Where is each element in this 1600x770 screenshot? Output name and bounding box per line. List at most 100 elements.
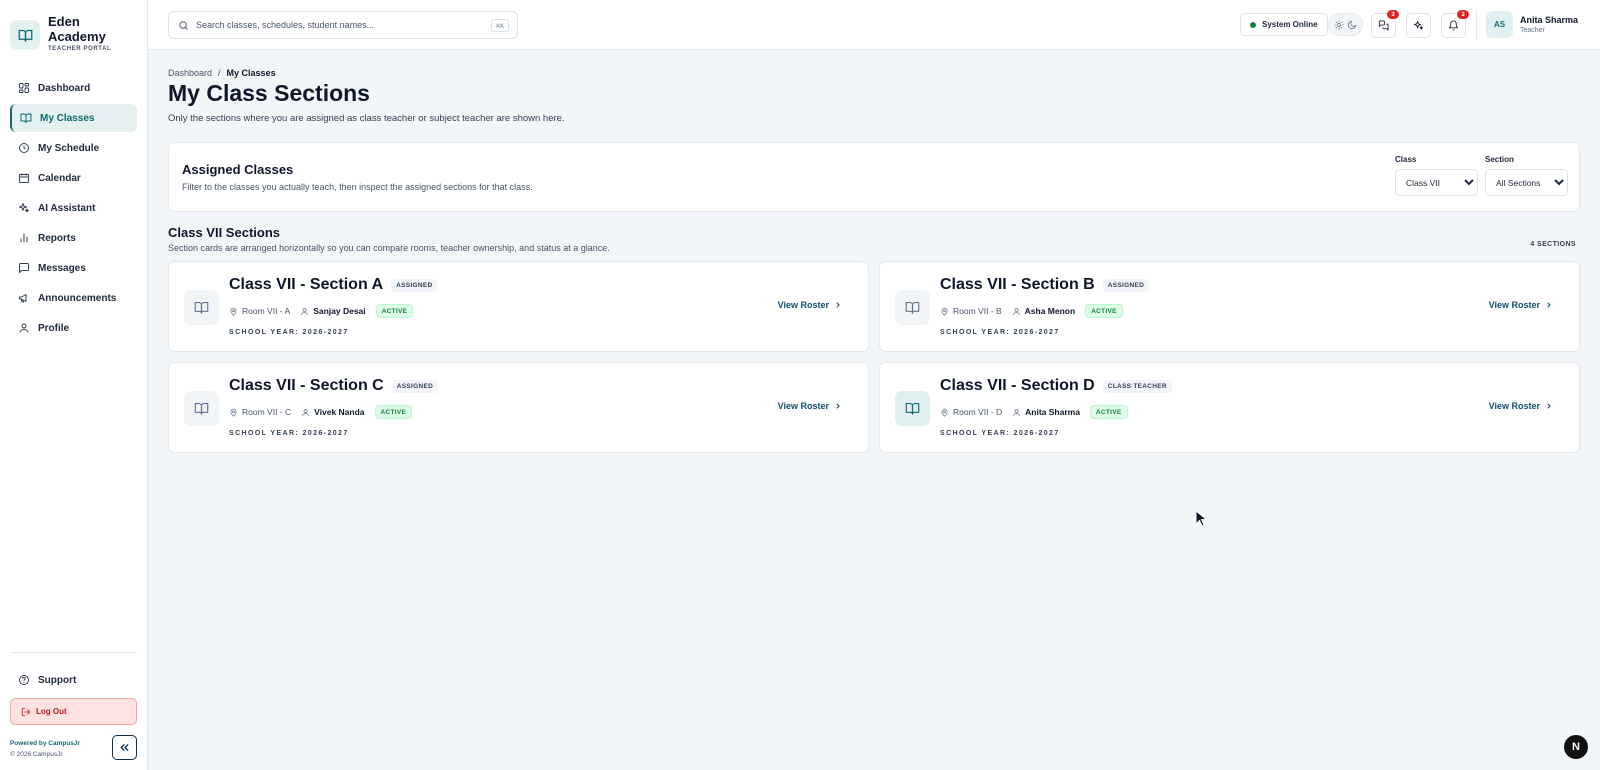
notifications-count-badge: 3	[1457, 10, 1469, 19]
status-label: System Online	[1262, 20, 1318, 29]
bell-icon	[1448, 20, 1459, 31]
bar-chart-icon	[18, 232, 30, 244]
sidebar-item-label: My Schedule	[38, 142, 100, 154]
section-title: Class VII - Section C	[229, 377, 384, 394]
chevron-right-icon	[1545, 402, 1553, 410]
view-roster-label: View Roster	[1488, 300, 1540, 310]
book-open-icon	[20, 112, 32, 124]
sidebar-item-my-classes[interactable]: My Classes	[10, 104, 137, 132]
section-select[interactable]: All Sections	[1485, 169, 1568, 196]
user-icon	[301, 408, 310, 417]
copyright: © 2026 CampusJr	[10, 751, 63, 758]
page-title: My Class Sections	[168, 80, 370, 106]
sidebar-item-label: Profile	[38, 322, 70, 334]
collapse-sidebar-button[interactable]	[112, 735, 137, 760]
dev-tools-badge[interactable]: N	[1564, 735, 1588, 759]
room-label: Room VII - C	[242, 407, 292, 417]
support-link-wrapper: Support	[10, 666, 137, 696]
class-filter-label: Class	[1395, 155, 1417, 164]
teacher-name: Anita Sharma	[1025, 407, 1080, 417]
message-square-icon	[18, 262, 30, 274]
sidebar-item-messages[interactable]: Messages	[10, 254, 137, 282]
section-title: Class VII - Section B	[940, 276, 1095, 293]
brand[interactable]: Eden Academy TEACHER PORTAL	[10, 14, 118, 52]
school-year: SCHOOL YEAR: 2026-2027	[940, 329, 1060, 336]
powered-by: Powered by CampusJr	[10, 740, 81, 747]
user-menu[interactable]: AS Anita Sharma Teacher	[1486, 11, 1578, 38]
sidebar-item-announcements[interactable]: Announcements	[10, 284, 137, 312]
sidebar: Eden Academy TEACHER PORTAL Dashboard My…	[0, 0, 148, 770]
section-card-a: Class VII - Section A ASSIGNED Room VII …	[168, 261, 869, 352]
book-open-icon	[905, 300, 920, 315]
sidebar-item-support[interactable]: Support	[10, 666, 137, 694]
sidebar-item-dashboard[interactable]: Dashboard	[10, 74, 137, 102]
notifications-button[interactable]: 3	[1441, 10, 1469, 38]
section-title: Class VII - Section D	[940, 377, 1095, 394]
breadcrumb-separator: /	[218, 68, 221, 78]
filter-card-title: Assigned Classes	[182, 162, 294, 177]
top-bar: ⌘K System Online 3 3 AS Anita Sharma Tea…	[148, 0, 1600, 50]
topbar-divider	[1476, 10, 1477, 40]
sidebar-item-label: Support	[38, 674, 77, 686]
user-icon	[1012, 408, 1021, 417]
class-select[interactable]: Class VII	[1395, 169, 1478, 196]
moon-icon	[1347, 20, 1357, 30]
view-roster-link[interactable]: View Roster	[778, 300, 842, 310]
breadcrumb-current: My Classes	[226, 68, 276, 78]
sidebar-item-label: Messages	[38, 262, 86, 274]
book-open-icon	[10, 20, 40, 50]
page-description: Only the sections where you are assigned…	[168, 113, 565, 124]
system-status-badge: System Online	[1240, 13, 1328, 36]
status-dot	[1250, 21, 1256, 28]
sidebar-item-calendar[interactable]: Calendar	[10, 164, 137, 192]
section-card-d: Class VII - Section D CLASS TEACHER Room…	[879, 362, 1580, 453]
search-icon	[178, 20, 189, 31]
messages-count-badge: 3	[1387, 10, 1399, 19]
sidebar-item-label: Announcements	[38, 292, 117, 304]
brand-name: Eden Academy	[48, 14, 106, 44]
chevron-right-icon	[1545, 301, 1553, 309]
section-title: Class VII - Section A	[229, 276, 384, 293]
chevron-right-icon	[834, 402, 842, 410]
view-roster-link[interactable]: View Roster	[1489, 401, 1553, 411]
messages-button[interactable]: 3	[1371, 10, 1399, 38]
sparkles-icon	[18, 202, 30, 214]
status-badge: ACTIVE	[1089, 405, 1128, 419]
sidebar-item-label: AI Assistant	[38, 202, 96, 214]
school-year: SCHOOL YEAR: 2026-2027	[229, 329, 349, 336]
chevrons-left-icon	[118, 741, 131, 754]
breadcrumb-link-dashboard[interactable]: Dashboard	[168, 68, 212, 78]
section-card-b: Class VII - Section B ASSIGNED Room VII …	[879, 261, 1580, 352]
theme-toggle[interactable]	[1328, 13, 1363, 36]
map-pin-icon	[229, 408, 238, 417]
section-card-c: Class VII - Section C ASSIGNED Room VII …	[168, 362, 869, 453]
view-roster-link[interactable]: View Roster	[1489, 300, 1553, 310]
avatar: AS	[1486, 11, 1513, 38]
sidebar-item-reports[interactable]: Reports	[10, 224, 137, 252]
assigned-classes-filter-card: Assigned Classes Filter to the classes y…	[168, 142, 1580, 212]
filter-card-description: Filter to the classes you actually teach…	[182, 182, 533, 192]
search-input[interactable]	[196, 20, 486, 30]
logout-button[interactable]: Log Out	[10, 698, 137, 725]
sidebar-item-ai-assistant[interactable]: AI Assistant	[10, 194, 137, 222]
sections-description: Section cards are arranged horizontally …	[168, 243, 610, 253]
status-badge: ACTIVE	[1085, 304, 1123, 318]
view-roster-label: View Roster	[777, 300, 829, 310]
section-icon	[184, 391, 219, 426]
room-label: Room VII - B	[953, 306, 1002, 316]
sidebar-item-profile[interactable]: Profile	[10, 314, 137, 342]
megaphone-icon	[18, 292, 30, 304]
map-pin-icon	[940, 307, 949, 316]
ai-assistant-button[interactable]	[1406, 13, 1431, 38]
clock-icon	[18, 142, 30, 154]
sidebar-item-my-schedule[interactable]: My Schedule	[10, 134, 137, 162]
section-icon	[895, 290, 930, 325]
view-roster-link[interactable]: View Roster	[778, 401, 842, 411]
teacher-name: Asha Menon	[1024, 306, 1076, 316]
messages-icon	[1378, 20, 1389, 31]
breadcrumb: Dashboard / My Classes	[168, 68, 276, 78]
map-pin-icon	[940, 408, 949, 417]
book-open-icon	[194, 300, 209, 315]
search-box[interactable]: ⌘K	[168, 11, 518, 39]
sidebar-nav: Dashboard My Classes My Schedule Calenda…	[10, 74, 137, 344]
